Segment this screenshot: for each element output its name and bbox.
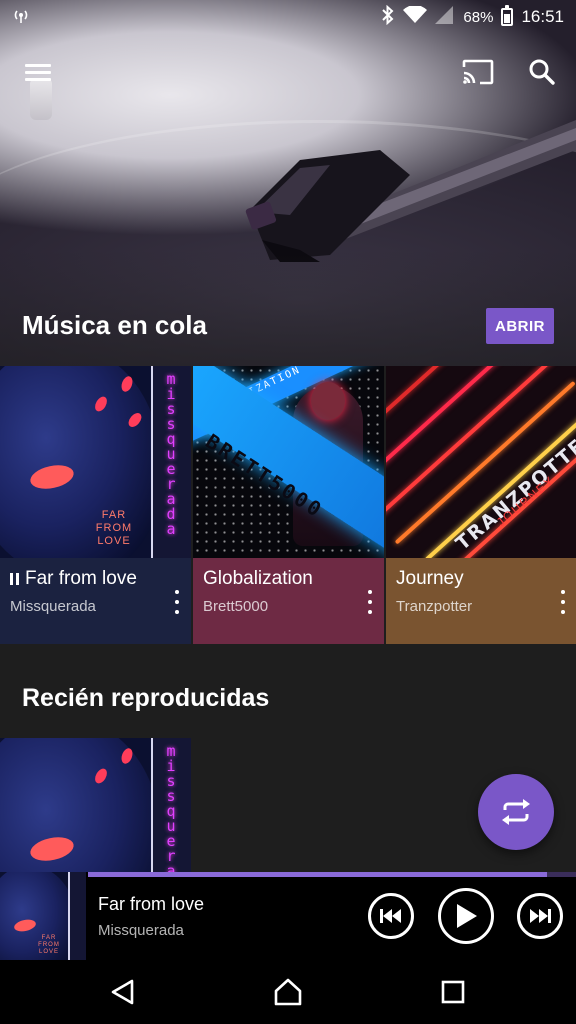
search-icon[interactable] [522, 52, 562, 92]
album-art-journey: TRANZPOTTER JOURNEY [386, 366, 576, 558]
queue-section-title: Música en cola [22, 310, 207, 340]
queue-card-info: Journey Tranzpotter [386, 558, 576, 644]
queue-card-info: Far from love Missquerada [0, 558, 191, 644]
broadcast-icon [12, 7, 30, 29]
recents-icon[interactable] [433, 972, 473, 1012]
now-playing-bar[interactable]: FAR FROM LOVE Far from love Missquerada [0, 872, 576, 960]
play-icon[interactable] [438, 888, 494, 944]
queue-list: missquerada FAR FROM LOVE Far from love Mi… [0, 366, 576, 644]
back-icon[interactable] [103, 972, 143, 1012]
bluetooth-icon [381, 4, 395, 29]
battery-icon [501, 5, 514, 26]
song-title: Far from love [25, 568, 137, 589]
playback-progress[interactable] [88, 872, 576, 877]
pause-icon [10, 573, 19, 585]
wifi-icon [403, 5, 428, 28]
album-art-globalization: GLOBALIZATION BRETT5000 [193, 366, 384, 558]
recent-album-missquerada[interactable]: missquerada [0, 738, 191, 878]
now-playing-artist: Missquerada [98, 922, 184, 939]
signal-icon [435, 6, 455, 28]
song-artist: Tranzpotter [396, 598, 473, 615]
status-bar: 68% 16:51 [0, 0, 576, 34]
queue-card-journey[interactable]: TRANZPOTTER JOURNEY Journey Tranzpotter [386, 366, 576, 644]
more-options-icon[interactable] [171, 590, 183, 614]
next-icon[interactable] [517, 893, 563, 939]
queue-card-far-from-love[interactable]: missquerada FAR FROM LOVE Far from love Mi… [0, 366, 191, 644]
clock: 16:51 [521, 7, 564, 26]
recent-section-title: Recién reproducidas [22, 684, 270, 712]
more-options-icon[interactable] [364, 590, 376, 614]
song-title: Journey [396, 568, 464, 589]
system-nav-bar [0, 960, 576, 1024]
song-artist: Brett5000 [203, 598, 269, 615]
hamburger-menu-icon[interactable] [18, 52, 58, 92]
now-playing-title: Far from love [98, 894, 205, 914]
album-art-vertical-text: missquerada [166, 742, 176, 879]
queue-card-info: Globalization Brett5000 [193, 558, 384, 644]
shuffle-repeat-icon[interactable] [478, 774, 554, 850]
queue-card-title: Far from love [10, 568, 181, 590]
queue-card-globalization[interactable]: GLOBALIZATION BRETT5000 Globalization Br… [193, 366, 384, 644]
battery-percent: 68% [463, 8, 494, 26]
previous-icon[interactable] [368, 893, 414, 939]
home-icon[interactable] [268, 972, 308, 1012]
cast-icon[interactable] [458, 52, 498, 92]
album-art-vertical-text: missquerada [166, 370, 176, 538]
album-art-caption: FAR FROM LOVE [95, 509, 133, 547]
song-title: Globalization [203, 568, 313, 589]
open-queue-button[interactable]: ABRIR [486, 308, 554, 344]
more-options-icon[interactable] [557, 590, 569, 614]
now-playing-thumbnail: FAR FROM LOVE [0, 872, 86, 960]
song-artist: Missquerada [10, 598, 96, 615]
album-art-missquerada: missquerada FAR FROM LOVE [0, 366, 191, 558]
album-art-caption: FAR FROM LOVE [38, 935, 60, 955]
